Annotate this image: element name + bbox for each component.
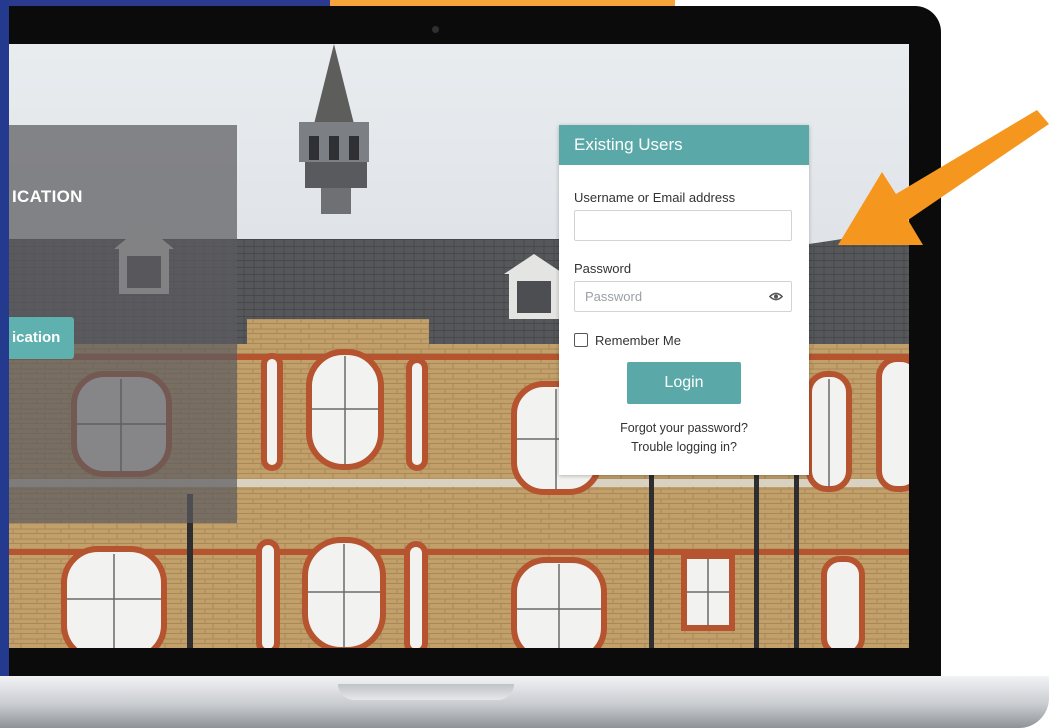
login-card: Existing Users Username or Email address… [559, 125, 809, 475]
password-label: Password [574, 261, 632, 276]
arrow-icon [838, 110, 1049, 245]
eye-icon[interactable] [769, 292, 783, 301]
password-input[interactable] [574, 281, 792, 312]
laptop-notch [338, 684, 514, 700]
application-button[interactable]: ication [9, 317, 75, 359]
remember-me-checkbox[interactable] [574, 333, 588, 347]
laptop-base [0, 676, 1049, 728]
login-button[interactable]: Login [627, 362, 741, 404]
left-frame-bar [0, 0, 9, 728]
trouble-logging-in-link[interactable]: Trouble logging in? [559, 440, 809, 454]
username-label: Username or Email address [574, 190, 736, 205]
forgot-password-link[interactable]: Forgot your password? [559, 421, 809, 435]
login-card-header: Existing Users [559, 125, 809, 165]
remember-me-label: Remember Me [595, 332, 681, 348]
remember-me[interactable]: Remember Me [574, 332, 681, 348]
left-info-panel: ICATION ication [9, 125, 237, 523]
username-input[interactable] [574, 210, 792, 241]
laptop-screen: ICATION ication Existing Users Username … [9, 44, 909, 648]
panel-heading: ICATION [12, 187, 83, 206]
camera-icon [432, 26, 439, 33]
